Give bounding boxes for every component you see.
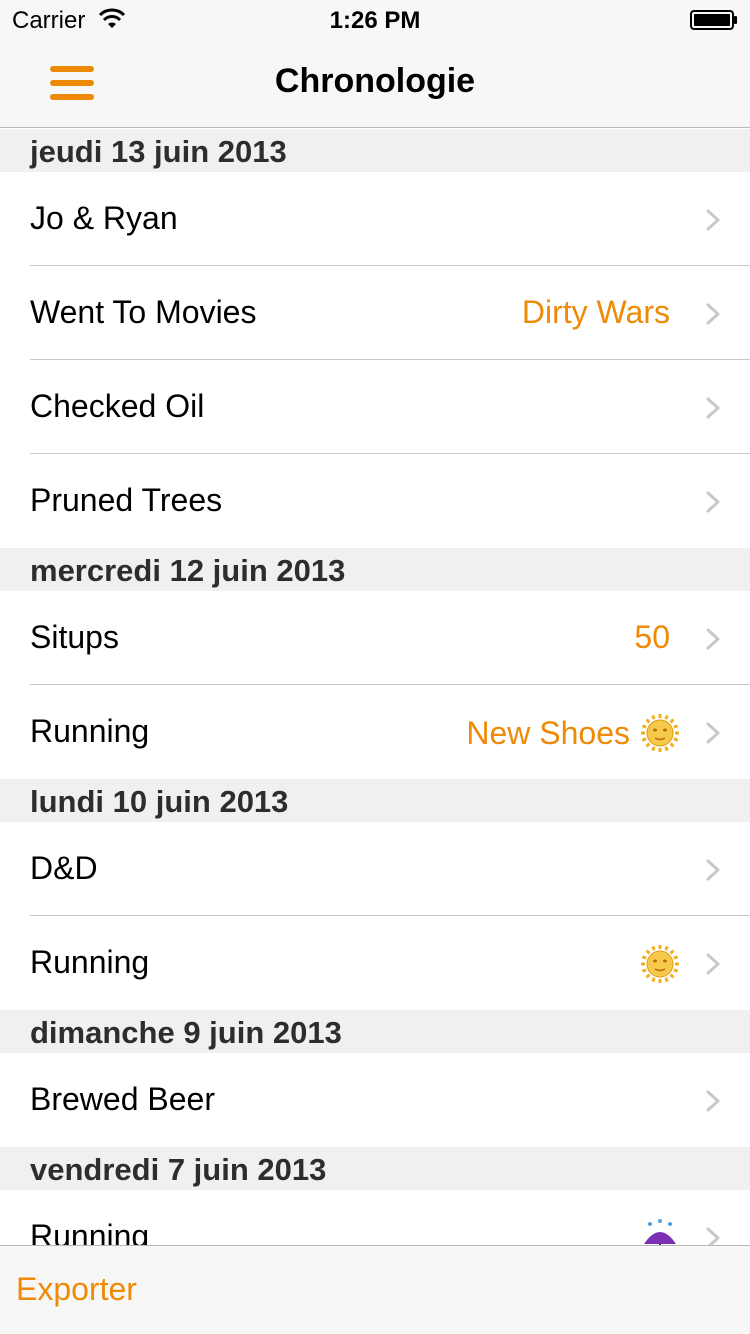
status-time: 1:26 PM bbox=[329, 7, 421, 34]
section-header: dimanche 9 juin 2013 bbox=[0, 1010, 750, 1053]
bottom-toolbar: Exporter bbox=[0, 1245, 750, 1334]
section-rows: Brewed Beer bbox=[0, 1053, 750, 1147]
list-item-detail-text: New Shoes bbox=[466, 714, 630, 751]
list-item-title: Brewed Beer bbox=[30, 1081, 215, 1117]
chevron-right-icon bbox=[706, 859, 720, 881]
list-item-detail: 50 bbox=[634, 619, 680, 656]
section-header: jeudi 13 juin 2013 bbox=[0, 129, 750, 172]
list-item[interactable]: Running bbox=[0, 1190, 750, 1245]
list-item-detail bbox=[640, 1218, 680, 1245]
list-item[interactable]: Went To Movies Dirty Wars bbox=[0, 266, 750, 360]
page-title: Chronologie bbox=[274, 62, 476, 100]
sun-with-face-icon bbox=[641, 945, 679, 983]
list-item-title: Pruned Trees bbox=[30, 482, 223, 518]
section-rows: D&D Running bbox=[0, 822, 750, 1010]
section-rows: Situps 50 Running New Shoes bbox=[0, 591, 750, 779]
section-rows: Jo & Ryan Went To Movies Dirty Wars Checked… bbox=[0, 172, 750, 548]
chevron-right-icon bbox=[706, 491, 720, 513]
list-item[interactable]: Pruned Trees bbox=[0, 454, 750, 548]
chevron-right-icon bbox=[706, 628, 720, 650]
list-item-title: Running bbox=[30, 1218, 150, 1245]
list-item[interactable]: Running bbox=[0, 916, 750, 1010]
list-item[interactable]: Checked Oil bbox=[0, 360, 750, 454]
list-item-detail-text: 50 bbox=[634, 619, 670, 655]
chevron-right-icon bbox=[706, 722, 720, 744]
status-bar: Carrier 1:26 PM bbox=[0, 0, 750, 40]
list-item[interactable]: Brewed Beer bbox=[0, 1053, 750, 1147]
list-item-detail: New Shoes bbox=[466, 713, 680, 753]
list-item[interactable]: D&D bbox=[0, 822, 750, 916]
list-item[interactable]: Situps 50 bbox=[0, 591, 750, 685]
chevron-right-icon bbox=[706, 397, 720, 419]
chevron-right-icon bbox=[706, 1227, 720, 1245]
list-item-title: Running bbox=[30, 944, 150, 980]
section-header: mercredi 12 juin 2013 bbox=[0, 548, 750, 591]
chevron-right-icon bbox=[706, 1090, 720, 1112]
list-item-detail-text: Dirty Wars bbox=[521, 294, 670, 330]
sun-with-face-icon bbox=[641, 714, 679, 752]
chevron-right-icon bbox=[706, 953, 720, 975]
umbrella-with-rain-icon bbox=[644, 1219, 676, 1245]
list-item-title: Running bbox=[30, 713, 150, 749]
list-item-detail bbox=[640, 944, 680, 984]
list-item[interactable]: Running New Shoes bbox=[0, 685, 750, 779]
battery-icon bbox=[690, 10, 737, 30]
list-item-title: Situps bbox=[30, 619, 119, 655]
chevron-right-icon bbox=[706, 209, 720, 231]
list-item-title: Jo & Ryan bbox=[30, 200, 178, 236]
export-button[interactable]: Exporter bbox=[16, 1271, 137, 1308]
section-header: vendredi 7 juin 2013 bbox=[0, 1147, 750, 1190]
list-item-title: D&D bbox=[30, 850, 98, 886]
list-item-title: Checked Oil bbox=[30, 388, 205, 424]
section-rows: Running bbox=[0, 1190, 750, 1245]
section-header: lundi 10 juin 2013 bbox=[0, 779, 750, 822]
list-item-detail: Dirty Wars bbox=[522, 294, 680, 331]
timeline-list[interactable]: jeudi 13 juin 2013 Jo & Ryan Went To Movie… bbox=[0, 129, 750, 1245]
chevron-right-icon bbox=[706, 303, 720, 325]
list-item-title: Went To Movies bbox=[30, 294, 257, 330]
list-item[interactable]: Jo & Ryan bbox=[0, 172, 750, 266]
navigation-bar: Chronologie bbox=[0, 40, 750, 128]
